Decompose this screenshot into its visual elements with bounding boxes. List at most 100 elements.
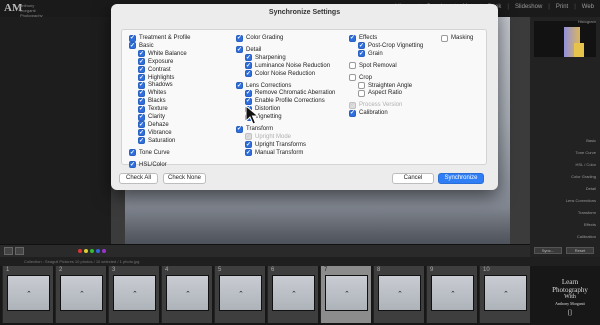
frame-thumbnail[interactable]: ⌃ — [60, 275, 103, 311]
option-vibrance[interactable]: Vibrance — [138, 129, 172, 137]
filmstrip-frame[interactable]: 10 ⌃ — [479, 266, 530, 323]
option-spot-removal[interactable]: Spot Removal — [349, 62, 397, 70]
option-calibration[interactable]: Calibration — [349, 109, 388, 117]
checkbox[interactable] — [245, 70, 252, 78]
option-color-grading[interactable]: Color Grading — [236, 34, 283, 42]
before-after-button[interactable] — [15, 247, 24, 255]
option-saturation[interactable]: Saturation — [138, 137, 175, 145]
yellow-label-icon[interactable] — [84, 249, 88, 253]
module-web[interactable]: Web — [582, 4, 594, 10]
checkbox[interactable] — [245, 97, 252, 105]
option-effects[interactable]: Effects — [349, 34, 377, 42]
option-hsl-color[interactable]: HSL/Color — [129, 161, 167, 169]
option-crop[interactable]: Crop — [349, 74, 372, 82]
check-none-button[interactable]: Check None — [163, 173, 206, 184]
option-white-balance[interactable]: White Balance — [138, 50, 187, 58]
checkbox[interactable] — [349, 62, 356, 70]
option-basic[interactable]: Basic — [129, 42, 154, 50]
checkbox[interactable] — [138, 121, 145, 129]
option-luminance-noise-reduction[interactable]: Luminance Noise Reduction — [245, 62, 330, 70]
option-post-crop-vignetting[interactable]: Post-Crop Vignetting — [358, 42, 423, 50]
checkbox[interactable] — [358, 50, 365, 58]
cancel-button[interactable]: Cancel — [392, 173, 434, 184]
module-print[interactable]: Print — [556, 4, 568, 10]
checkbox[interactable] — [129, 161, 136, 168]
option-exposure[interactable]: Exposure — [138, 58, 173, 66]
loupe-view-button[interactable] — [4, 247, 13, 255]
checkbox[interactable] — [245, 149, 252, 157]
checkbox[interactable] — [349, 101, 356, 109]
filmstrip-frame[interactable]: 7 ⌃ — [320, 266, 371, 323]
checkbox[interactable] — [349, 109, 356, 117]
filmstrip-frame[interactable]: 3 ⌃ — [108, 266, 159, 323]
purple-label-icon[interactable] — [102, 249, 106, 253]
blue-label-icon[interactable] — [96, 249, 100, 253]
option-treatment-profile[interactable]: Treatment & Profile — [129, 34, 190, 42]
option-tone-curve[interactable]: Tone Curve — [129, 149, 170, 157]
option-remove-chromatic-aberration[interactable]: Remove Chromatic Aberration — [245, 89, 335, 97]
checkbox[interactable] — [129, 149, 136, 157]
option-straighten-angle[interactable]: Straighten Angle — [358, 82, 412, 90]
option-process-version[interactable]: Process Version — [349, 101, 402, 109]
filmstrip-frame[interactable]: 4 ⌃ — [161, 266, 212, 323]
option-masking[interactable]: Masking — [441, 34, 473, 42]
option-detail[interactable]: Detail — [236, 46, 261, 54]
checkbox[interactable] — [138, 74, 145, 81]
option-contrast[interactable]: Contrast — [138, 66, 171, 74]
option-grain[interactable]: Grain — [358, 50, 383, 58]
synchronize-button[interactable]: Synchronize — [438, 173, 484, 184]
filmstrip-frame[interactable]: 2 ⌃ — [55, 266, 106, 323]
frame-thumbnail[interactable]: ⌃ — [272, 275, 315, 311]
checkbox[interactable] — [349, 74, 356, 82]
option-texture[interactable]: Texture — [138, 105, 168, 113]
option-clarity[interactable]: Clarity — [138, 113, 165, 121]
option-highlights[interactable]: Highlights — [138, 74, 174, 82]
sync-button[interactable]: Sync... — [534, 247, 562, 254]
option-color-noise-reduction[interactable]: Color Noise Reduction — [245, 70, 315, 78]
panel-section-basic[interactable]: Basic — [530, 138, 596, 143]
panel-section-hsl-color[interactable]: HSL / Color — [530, 162, 596, 167]
checkbox[interactable] — [245, 133, 252, 141]
panel-section-color-grading[interactable]: Color Grading — [530, 174, 596, 179]
checkbox[interactable] — [129, 42, 136, 50]
checkbox[interactable] — [138, 81, 145, 89]
checkbox[interactable] — [138, 66, 145, 74]
checkbox[interactable] — [138, 129, 145, 137]
panel-section-histogram[interactable]: Histogram — [530, 19, 596, 24]
panel-section-detail[interactable]: Detail — [530, 186, 596, 191]
checkbox[interactable] — [236, 82, 243, 89]
option-manual-transform[interactable]: Manual Transform — [245, 149, 303, 157]
filmstrip-frame[interactable]: 9 ⌃ — [426, 266, 477, 323]
frame-thumbnail[interactable]: ⌃ — [113, 275, 156, 311]
frame-thumbnail[interactable]: ⌃ — [484, 275, 527, 311]
checkbox[interactable] — [349, 34, 356, 42]
checkbox[interactable] — [138, 105, 145, 113]
option-upright-mode[interactable]: Upright Mode — [245, 133, 291, 141]
panel-section-lens-corrections[interactable]: Lens Corrections — [530, 198, 596, 203]
filmstrip-frame[interactable]: 8 ⌃ — [373, 266, 424, 323]
option-aspect-ratio[interactable]: Aspect Ratio — [358, 89, 402, 97]
checkbox[interactable] — [358, 89, 365, 97]
frame-thumbnail[interactable]: ⌃ — [219, 275, 262, 311]
checkbox[interactable] — [236, 34, 243, 42]
checkbox[interactable] — [441, 34, 448, 42]
green-label-icon[interactable] — [90, 249, 94, 253]
checkbox[interactable] — [138, 89, 145, 97]
option-dehaze[interactable]: Dehaze — [138, 121, 169, 129]
option-sharpening[interactable]: Sharpening — [245, 54, 286, 62]
red-label-icon[interactable] — [78, 249, 82, 253]
checkbox[interactable] — [236, 125, 243, 133]
module-slideshow[interactable]: Slideshow — [515, 4, 542, 10]
checkbox[interactable] — [245, 54, 252, 62]
panel-section-tone-curve[interactable]: Tone Curve — [530, 150, 596, 155]
frame-thumbnail[interactable]: ⌃ — [325, 275, 368, 311]
filmstrip-frame[interactable]: 6 ⌃ — [267, 266, 318, 323]
checkbox[interactable] — [138, 58, 145, 66]
reset-button[interactable]: Reset — [566, 247, 594, 254]
frame-thumbnail[interactable]: ⌃ — [166, 275, 209, 311]
checkbox[interactable] — [236, 46, 243, 54]
checkbox[interactable] — [138, 50, 145, 58]
checkbox[interactable] — [245, 62, 252, 70]
checkbox[interactable] — [138, 97, 145, 105]
option-whites[interactable]: Whites — [138, 89, 166, 97]
